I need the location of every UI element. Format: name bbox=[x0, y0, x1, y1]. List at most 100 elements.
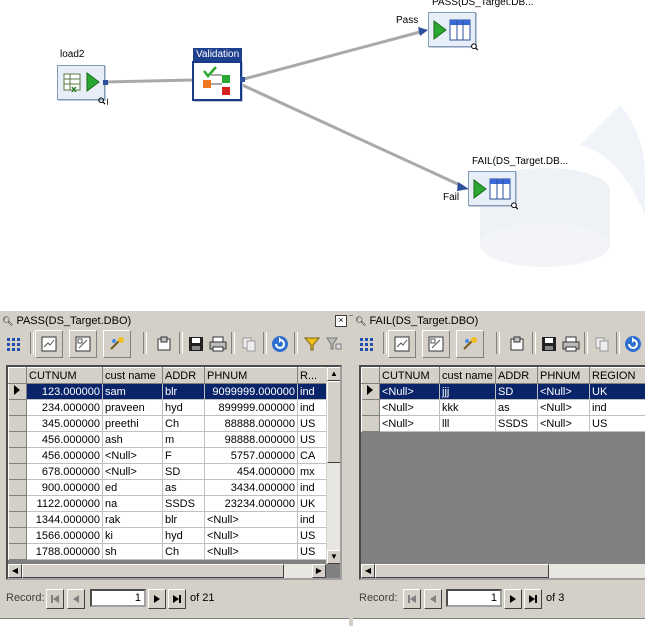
table-cell[interactable]: 23234.000000 bbox=[205, 496, 298, 512]
config-icon[interactable] bbox=[103, 330, 131, 358]
column-header[interactable]: CUTNUM bbox=[380, 368, 440, 384]
config-icon[interactable] bbox=[456, 330, 484, 358]
table-cell[interactable]: Ch bbox=[163, 416, 205, 432]
copy-icon[interactable] bbox=[590, 332, 614, 356]
row-indicator[interactable] bbox=[362, 384, 380, 400]
table-cell[interactable]: blr bbox=[163, 512, 205, 528]
table-cell[interactable]: 456.000000 bbox=[27, 432, 103, 448]
table-cell[interactable]: 456.000000 bbox=[27, 448, 103, 464]
table-cell[interactable]: na bbox=[103, 496, 163, 512]
table-cell[interactable]: UK bbox=[590, 384, 645, 400]
table-row[interactable]: 123.000000samblr9099999.000000ind bbox=[9, 384, 327, 400]
scroll-down-button[interactable]: ▼ bbox=[327, 550, 341, 564]
table-cell[interactable]: as bbox=[496, 400, 538, 416]
table-cell[interactable]: <Null> bbox=[205, 512, 298, 528]
row-indicator[interactable] bbox=[9, 448, 27, 464]
column-header[interactable]: cust name bbox=[440, 368, 496, 384]
form-view-icon[interactable] bbox=[388, 330, 416, 358]
table-cell[interactable]: CA bbox=[298, 448, 327, 464]
table-cell[interactable]: preethi bbox=[103, 416, 163, 432]
column-header[interactable]: REGION bbox=[590, 368, 645, 384]
table-cell[interactable]: 1566.000000 bbox=[27, 528, 103, 544]
last-record-button[interactable] bbox=[168, 589, 186, 609]
table-row[interactable]: 1788.000000shCh<Null>US bbox=[9, 544, 327, 560]
scroll-right-button[interactable]: ▶ bbox=[312, 564, 326, 578]
table-cell[interactable]: ash bbox=[103, 432, 163, 448]
table-cell[interactable]: F bbox=[163, 448, 205, 464]
table-cell[interactable]: <Null> bbox=[103, 464, 163, 480]
table-cell[interactable]: 900.000000 bbox=[27, 480, 103, 496]
column-header[interactable]: R... bbox=[298, 368, 327, 384]
record-number-input[interactable]: 1 bbox=[90, 589, 146, 607]
table-row[interactable]: <Null>lllSSDS<Null>US bbox=[362, 416, 645, 432]
scroll-thumb[interactable] bbox=[22, 564, 284, 578]
last-record-button[interactable] bbox=[524, 589, 542, 609]
previous-record-button[interactable] bbox=[424, 589, 442, 609]
close-button[interactable]: × bbox=[335, 315, 347, 327]
row-indicator[interactable] bbox=[9, 528, 27, 544]
row-indicator[interactable] bbox=[9, 512, 27, 528]
table-cell[interactable]: SSDS bbox=[163, 496, 205, 512]
table-cell[interactable]: <Null> bbox=[538, 416, 590, 432]
fail-horizontal-scrollbar[interactable]: ◀ bbox=[361, 564, 645, 578]
table-cell[interactable]: US bbox=[298, 416, 327, 432]
fail-preview-icon[interactable] bbox=[510, 201, 521, 211]
table-row[interactable]: 1122.000000naSSDS23234.000000UK bbox=[9, 496, 327, 512]
table-row[interactable]: 1566.000000kihyd<Null>US bbox=[9, 528, 327, 544]
scroll-thumb[interactable] bbox=[327, 381, 341, 463]
table-cell[interactable]: ind bbox=[298, 480, 327, 496]
table-row[interactable]: 678.000000<Null>SD454.000000mx bbox=[9, 464, 327, 480]
first-record-button[interactable] bbox=[403, 589, 421, 609]
table-cell[interactable]: 345.000000 bbox=[27, 416, 103, 432]
table-cell[interactable]: ind bbox=[590, 400, 645, 416]
table-row[interactable]: <Null>jjjSD<Null>UK bbox=[362, 384, 645, 400]
table-cell[interactable]: US bbox=[298, 432, 327, 448]
print-icon[interactable] bbox=[206, 332, 230, 356]
table-cell[interactable]: blr bbox=[163, 384, 205, 400]
scroll-thumb[interactable] bbox=[375, 564, 549, 578]
print-icon[interactable] bbox=[559, 332, 583, 356]
table-row[interactable]: 345.000000preethiCh88888.000000US bbox=[9, 416, 327, 432]
filter-settings-icon[interactable] bbox=[322, 332, 346, 356]
table-cell[interactable]: <Null> bbox=[538, 384, 590, 400]
table-cell[interactable]: m bbox=[163, 432, 205, 448]
scroll-up-button[interactable]: ▲ bbox=[327, 367, 341, 381]
column-header[interactable]: PHNUM bbox=[538, 368, 590, 384]
table-cell[interactable]: kkk bbox=[440, 400, 496, 416]
table-cell[interactable]: 3434.000000 bbox=[205, 480, 298, 496]
row-indicator[interactable] bbox=[362, 416, 380, 432]
first-record-button[interactable] bbox=[46, 589, 64, 609]
table-cell[interactable]: 1122.000000 bbox=[27, 496, 103, 512]
table-cell[interactable]: 454.000000 bbox=[205, 464, 298, 480]
row-indicator[interactable] bbox=[9, 544, 27, 560]
table-cell[interactable]: 1344.000000 bbox=[27, 512, 103, 528]
export-icon[interactable] bbox=[505, 332, 529, 356]
table-cell[interactable]: 5757.000000 bbox=[205, 448, 298, 464]
table-cell[interactable]: <Null> bbox=[205, 544, 298, 560]
table-row[interactable]: 234.000000praveenhyd899999.000000ind bbox=[9, 400, 327, 416]
load2-preview-icon[interactable] bbox=[98, 96, 109, 106]
table-cell[interactable]: ki bbox=[103, 528, 163, 544]
table-row[interactable]: 900.000000edas3434.000000ind bbox=[9, 480, 327, 496]
table-cell[interactable]: 9099999.000000 bbox=[205, 384, 298, 400]
fail-target-node[interactable] bbox=[468, 171, 516, 206]
column-header[interactable]: CUTNUM bbox=[27, 368, 103, 384]
table-cell[interactable]: 1788.000000 bbox=[27, 544, 103, 560]
table-cell[interactable]: <Null> bbox=[538, 400, 590, 416]
table-cell[interactable]: 88888.000000 bbox=[205, 416, 298, 432]
table-cell[interactable]: as bbox=[163, 480, 205, 496]
previous-record-button[interactable] bbox=[67, 589, 85, 609]
row-indicator[interactable] bbox=[9, 384, 27, 400]
pass-vertical-scrollbar[interactable]: ▲ ▼ bbox=[326, 367, 341, 564]
table-cell[interactable]: <Null> bbox=[380, 384, 440, 400]
form-view-icon[interactable] bbox=[35, 330, 63, 358]
save-icon[interactable] bbox=[184, 332, 208, 356]
next-record-button[interactable] bbox=[504, 589, 522, 609]
table-cell[interactable]: 98888.000000 bbox=[205, 432, 298, 448]
table-cell[interactable]: UK bbox=[298, 496, 327, 512]
table-cell[interactable]: <Null> bbox=[380, 416, 440, 432]
table-cell[interactable]: US bbox=[298, 528, 327, 544]
record-number-input[interactable]: 1 bbox=[446, 589, 502, 607]
column-header[interactable]: PHNUM bbox=[205, 368, 298, 384]
table-row[interactable]: 456.000000ashm98888.000000US bbox=[9, 432, 327, 448]
